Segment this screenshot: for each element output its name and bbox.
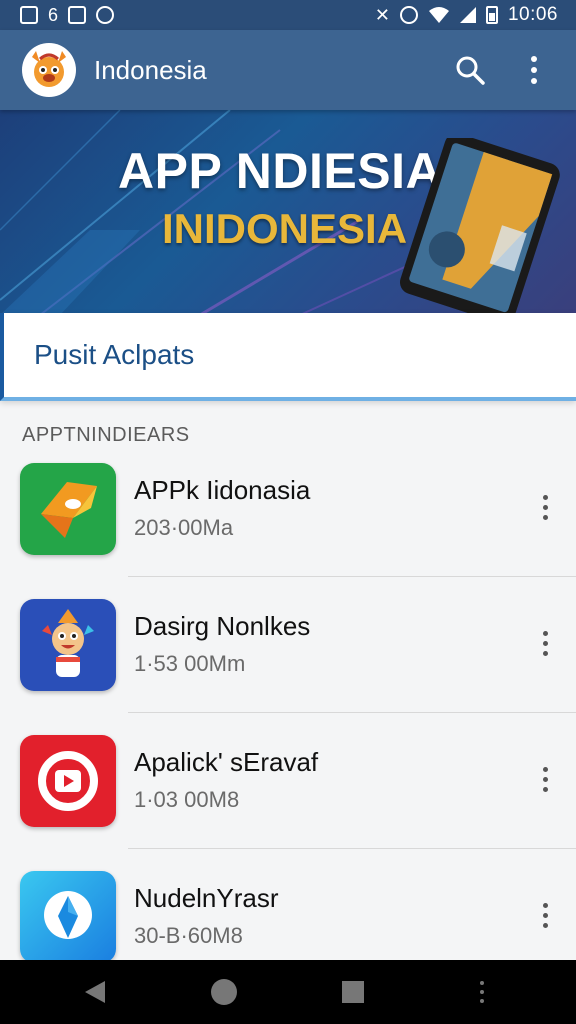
red-play-icon: [20, 735, 116, 827]
shield-icon: [96, 6, 115, 24]
status-right: ✕ 10:06: [375, 4, 558, 26]
alarm-icon: [399, 6, 418, 24]
search-apps-field[interactable]: Pusit Aclpats: [0, 313, 576, 401]
image-icon: [68, 6, 87, 24]
item-menu-button[interactable]: [526, 895, 564, 935]
mascot-logo-icon[interactable]: [22, 43, 76, 97]
list-item[interactable]: Apalick' sEravaf 1·03 00M8: [0, 727, 576, 863]
divider: [128, 848, 576, 849]
app-size: 203·00Ma: [134, 515, 234, 540]
status-left-text: 6: [48, 4, 59, 25]
navigation-bar: [0, 960, 576, 1024]
status-left: 6: [20, 4, 115, 26]
phone-illustration-icon: [400, 138, 560, 315]
search-icon: [456, 56, 485, 85]
app-list: APPk Iidonasia 203·00Ma Dasirg Nonlkes 1…: [0, 455, 576, 999]
app-size: 1·03 00M8: [134, 787, 240, 812]
mascot-app-icon: [20, 599, 116, 691]
section-header: APPTNINDIEARS: [22, 424, 190, 446]
banner-subtitle: INIDONESIA: [162, 205, 408, 252]
divider: [128, 576, 576, 577]
app-bar: Indonesia: [0, 30, 576, 110]
list-item[interactable]: Dasirg Nonlkes 1·53 00Mm: [0, 591, 576, 727]
app-name: APPk Iidonasia: [134, 475, 311, 505]
promo-banner[interactable]: APP NDIESIA INIDONESIA: [0, 110, 576, 315]
app-name: NudelnYrasr: [134, 883, 279, 913]
app-name: Apalick' sEravaf: [134, 747, 319, 777]
battery-icon: [485, 6, 498, 24]
item-menu-button[interactable]: [526, 487, 564, 527]
notification-icon: [20, 6, 38, 24]
home-button[interactable]: [200, 968, 248, 1016]
recents-icon: [341, 981, 364, 1003]
app-size: 1·53 00Mm: [134, 651, 246, 676]
more-vert-icon: [531, 56, 537, 84]
recents-button[interactable]: [329, 968, 377, 1016]
more-icon: [479, 981, 484, 1003]
wifi-icon: [428, 7, 449, 23]
status-time: 10:06: [507, 4, 558, 25]
item-menu-button[interactable]: [526, 759, 564, 799]
green-folder-icon: [20, 463, 116, 555]
overflow-menu-button[interactable]: [510, 46, 558, 94]
home-icon: [210, 979, 237, 1005]
signal-icon: [459, 7, 476, 23]
app-title: Indonesia: [94, 54, 207, 85]
more-vert-icon: [542, 766, 548, 792]
divider: [128, 712, 576, 713]
more-vert-icon: [542, 494, 548, 520]
more-vert-icon: [542, 630, 548, 656]
blue-location-icon: [20, 871, 116, 963]
list-item[interactable]: APPk Iidonasia 203·00Ma: [0, 455, 576, 591]
item-menu-button[interactable]: [526, 623, 564, 663]
search-apps-label: Pusit Aclpats: [34, 339, 195, 370]
app-name: Dasirg Nonlkes: [134, 611, 311, 641]
app-size: 30-B·60M8: [134, 923, 243, 948]
status-bar: 6 ✕ 10:06: [0, 0, 576, 30]
mute-icon: ✕: [374, 4, 390, 25]
back-button[interactable]: [71, 968, 119, 1016]
nav-more-button[interactable]: [458, 968, 506, 1016]
search-button[interactable]: [446, 46, 494, 94]
more-vert-icon: [542, 902, 548, 928]
back-icon: [84, 981, 105, 1003]
